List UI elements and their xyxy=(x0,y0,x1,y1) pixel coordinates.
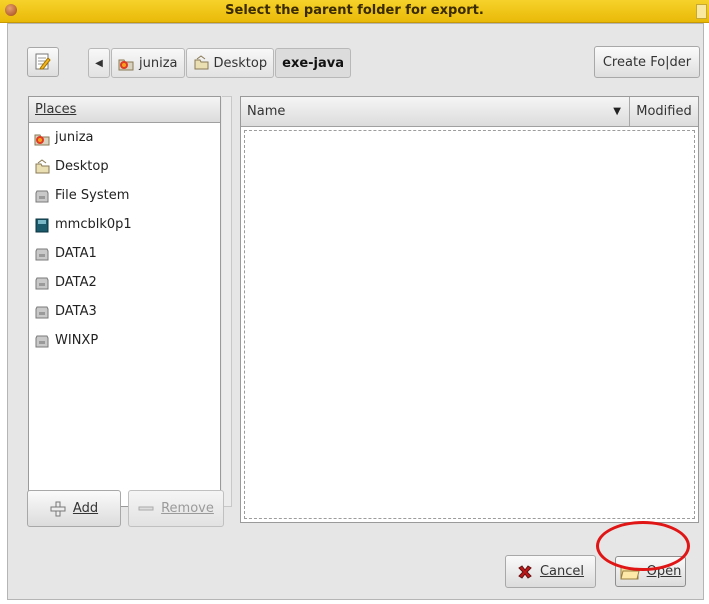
edit-location-button[interactable] xyxy=(27,47,59,77)
places-panel[interactable]: Places juniza Desktop File System mmcblk… xyxy=(28,96,221,507)
remove-bookmark-button[interactable]: Remove xyxy=(128,490,224,527)
path-button-desktop[interactable]: Desktop xyxy=(185,48,275,78)
open-folder-icon xyxy=(619,563,640,581)
add-bookmark-button[interactable]: Add xyxy=(27,490,121,527)
drive-icon xyxy=(34,333,50,349)
file-chooser-dialog: ◀ juniza Desktop exe-java Create Fo|der … xyxy=(7,23,704,600)
sidebar-item-data2[interactable]: DATA2 xyxy=(29,268,220,297)
path-back-button[interactable]: ◀ xyxy=(88,48,110,78)
path-label-home: juniza xyxy=(139,55,178,71)
drive-icon xyxy=(34,188,50,204)
drive-icon xyxy=(34,246,50,262)
file-list-body[interactable] xyxy=(244,130,695,519)
places-header[interactable]: Places xyxy=(29,97,220,123)
cancel-button[interactable]: Cancel xyxy=(505,555,596,588)
path-label-desktop: Desktop xyxy=(213,55,268,71)
places-scrollbar[interactable] xyxy=(222,96,232,507)
open-button[interactable]: Open xyxy=(615,556,686,587)
create-folder-button[interactable]: Create Fo|der xyxy=(594,46,700,78)
remove-label: Remove xyxy=(161,501,214,516)
removable-drive-icon xyxy=(34,217,50,233)
sidebar-item-data1[interactable]: DATA1 xyxy=(29,239,220,268)
sort-down-icon: ▼ xyxy=(613,106,621,117)
column-header-name[interactable]: Name ▼ xyxy=(241,97,630,126)
drive-icon xyxy=(34,304,50,320)
sidebar-item-label: File System xyxy=(55,188,130,203)
places-header-label: Places xyxy=(35,102,77,117)
sidebar-item-label: juniza xyxy=(55,130,94,145)
sidebar-item-desktop[interactable]: Desktop xyxy=(29,152,220,181)
sidebar-item-label: DATA2 xyxy=(55,275,97,290)
path-label-current: exe-java xyxy=(282,55,345,71)
drive-icon xyxy=(34,275,50,291)
sidebar-item-mmcblk0p1[interactable]: mmcblk0p1 xyxy=(29,210,220,239)
edit-location-icon xyxy=(35,53,51,70)
sidebar-item-label: DATA3 xyxy=(55,304,97,319)
file-list-panel[interactable]: Name ▼ Modified xyxy=(240,96,699,523)
path-bar: ◀ juniza Desktop exe-java xyxy=(88,48,352,78)
home-folder-icon xyxy=(118,55,134,71)
cancel-label: Cancel xyxy=(539,564,585,579)
file-list-header: Name ▼ Modified xyxy=(241,97,698,127)
desktop-folder-icon xyxy=(193,55,209,71)
title-bar: Select the parent folder for export. xyxy=(0,0,709,23)
add-label: Add xyxy=(72,501,99,516)
column-header-modified[interactable]: Modified xyxy=(630,97,698,126)
sidebar-item-label: mmcblk0p1 xyxy=(55,217,132,232)
sidebar-item-winxp[interactable]: WINXP xyxy=(29,326,220,355)
path-button-current[interactable]: exe-java xyxy=(275,48,352,78)
sidebar-item-label: Desktop xyxy=(55,159,109,174)
open-label: Open xyxy=(646,564,682,579)
dialog-title: Select the parent folder for export. xyxy=(225,3,484,18)
desktop-folder-icon xyxy=(34,158,50,175)
column-name-label: Name xyxy=(247,104,286,119)
sidebar-item-label: DATA1 xyxy=(55,246,97,261)
minus-icon xyxy=(138,505,154,513)
column-modified-label: Modified xyxy=(636,104,692,119)
sidebar-item-data3[interactable]: DATA3 xyxy=(29,297,220,326)
create-folder-label: Create Fo|der xyxy=(602,54,692,70)
sidebar-item-juniza[interactable]: juniza xyxy=(29,123,220,152)
home-folder-icon xyxy=(34,130,50,146)
plus-icon xyxy=(50,501,66,517)
sidebar-item-label: WINXP xyxy=(55,333,99,348)
window-close-button[interactable] xyxy=(696,4,707,19)
cancel-icon xyxy=(517,564,533,580)
left-arrow-icon: ◀ xyxy=(95,57,103,69)
path-button-home[interactable]: juniza xyxy=(111,48,185,78)
sidebar-item-file-system[interactable]: File System xyxy=(29,181,220,210)
